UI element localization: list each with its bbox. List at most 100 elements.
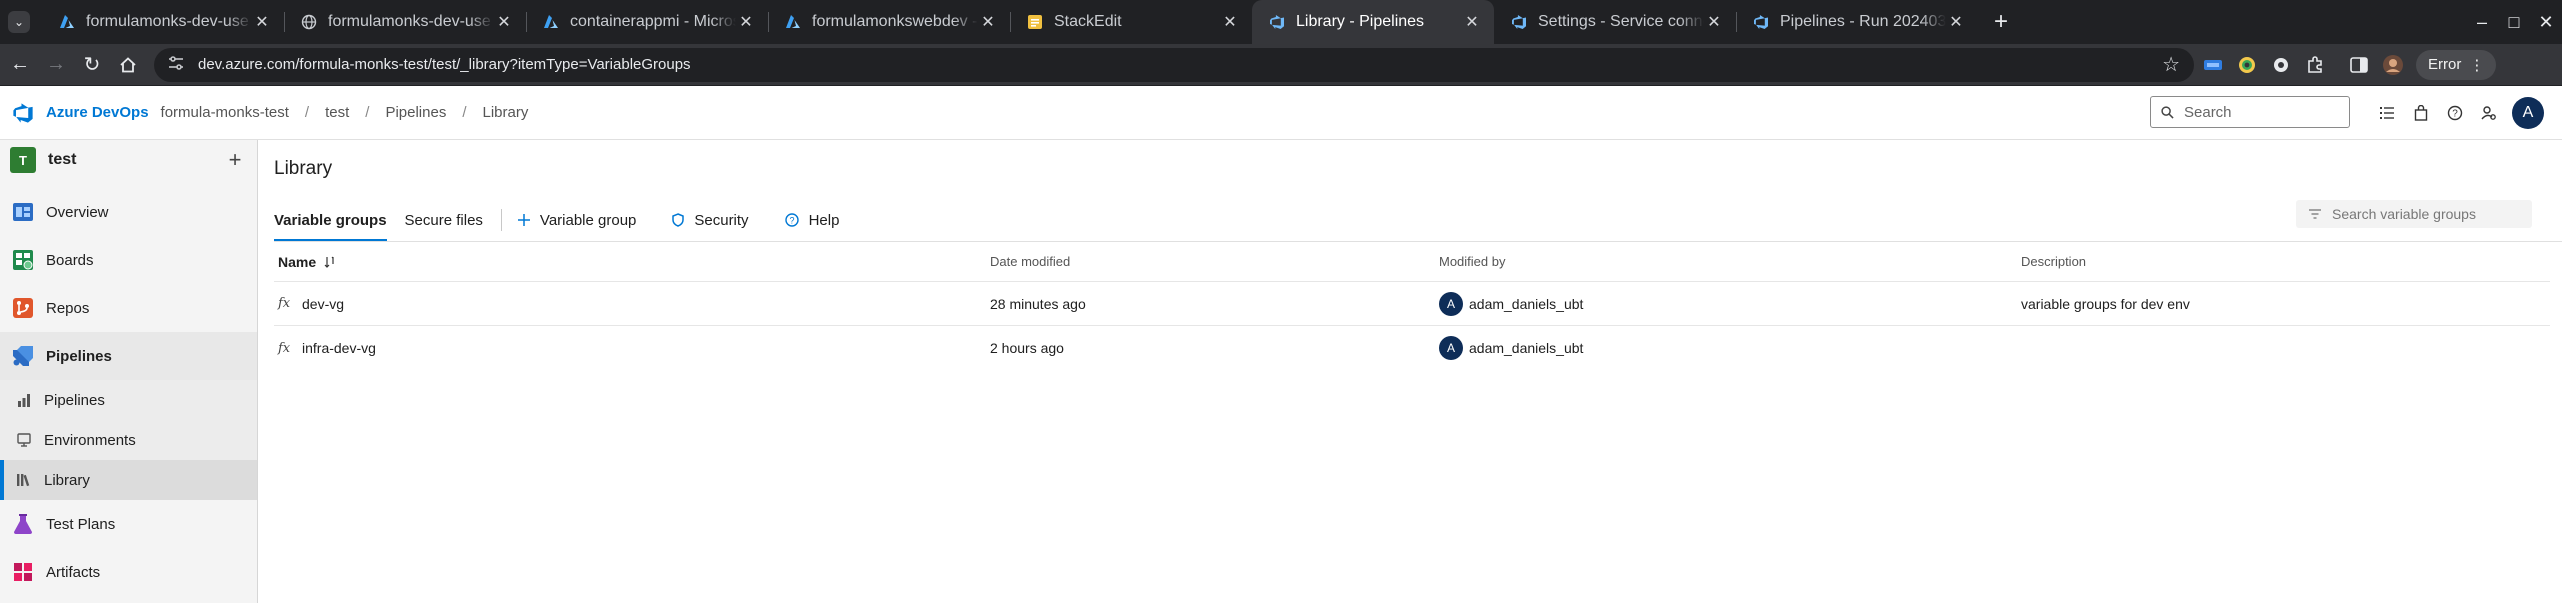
environments-icon — [14, 430, 34, 450]
browser-tab[interactable]: containerappmi - Micros ✕ — [526, 0, 768, 44]
sidebar-item-label: Repos — [46, 299, 90, 317]
extension-icon[interactable] — [2198, 50, 2228, 80]
close-icon[interactable]: ✕ — [736, 12, 756, 32]
minimize-icon[interactable]: – — [2466, 12, 2498, 33]
browser-tab[interactable]: Settings - Service conne ✕ — [1494, 0, 1736, 44]
sidebar-item-overview[interactable]: Overview — [0, 188, 257, 236]
close-icon[interactable]: ✕ — [978, 12, 998, 32]
address-bar[interactable]: dev.azure.com/formula-monks-test/test/_l… — [154, 47, 2194, 82]
breadcrumb-project[interactable]: test — [325, 104, 349, 121]
extension-icon[interactable] — [2232, 50, 2262, 80]
help-icon[interactable]: ? — [2438, 96, 2472, 130]
svg-text:?: ? — [789, 215, 794, 225]
column-header-date-modified[interactable]: Date modified — [990, 254, 1439, 269]
variable-group-filter-input[interactable]: Search variable groups — [2296, 200, 2532, 228]
add-plus-icon[interactable]: + — [221, 147, 249, 173]
modified-by-name: adam_daniels_ubt — [1469, 295, 1584, 312]
new-tab-plus-icon[interactable]: + — [1984, 5, 2018, 39]
pipelines-rocket-icon — [14, 390, 34, 410]
breadcrumb-library[interactable]: Library — [483, 104, 529, 121]
tab-secure-files[interactable]: Secure files — [405, 202, 483, 238]
sidebar-subitem-library[interactable]: Library — [0, 460, 257, 500]
close-icon[interactable]: ✕ — [494, 12, 514, 32]
add-variable-group-button[interactable]: Variable group — [517, 212, 636, 229]
breadcrumb-organization[interactable]: formula-monks-test — [161, 104, 289, 121]
sidebar-subitem-pipelines[interactable]: Pipelines — [0, 380, 257, 420]
breadcrumb-separator: / — [462, 104, 467, 121]
search-icon — [2161, 105, 2174, 119]
brand-link[interactable]: Azure DevOps — [46, 104, 149, 121]
security-button[interactable]: Security — [672, 212, 749, 229]
maximize-icon[interactable]: □ — [2498, 12, 2530, 33]
browser-tab[interactable]: formulamonks-dev-use ✕ — [42, 0, 284, 44]
project-badge: T — [10, 147, 36, 173]
azure-devops-logo-icon[interactable] — [12, 102, 34, 124]
column-header-description[interactable]: Description — [2021, 254, 2550, 269]
sidebar-item-label: Artifacts — [46, 563, 101, 581]
help-button[interactable]: ? Help — [784, 212, 839, 229]
close-icon[interactable]: ✕ — [1946, 12, 1966, 32]
browser-toolbar: ← → ↻ dev.azure.com/formula-monks-test/t… — [0, 44, 2562, 86]
bookmark-star-icon[interactable]: ☆ — [2162, 52, 2180, 77]
sidebar-item-pipelines[interactable]: Pipelines — [0, 332, 257, 380]
command-divider — [500, 209, 502, 231]
side-panel-icon[interactable] — [2344, 50, 2374, 80]
tab-search-chevron-icon[interactable]: ⌄ — [8, 11, 30, 33]
sidebar-item-repos[interactable]: Repos — [0, 284, 257, 332]
project-header[interactable]: T test + — [0, 140, 257, 180]
table-row[interactable]: fx infra-dev-vg 2 hours ago A adam_danie… — [274, 326, 2550, 370]
reload-icon[interactable]: ↻ — [76, 49, 108, 81]
breadcrumb-pipelines[interactable]: Pipelines — [385, 104, 446, 121]
home-icon[interactable] — [112, 49, 144, 81]
variable-group-fx-icon: fx — [278, 296, 291, 311]
left-navigation: T test + Overview Boards Repos Pipelines… — [0, 140, 258, 603]
column-header-name[interactable]: Name — [274, 254, 990, 270]
sort-ascending-icon[interactable] — [324, 256, 338, 268]
close-icon[interactable]: ✕ — [1462, 12, 1482, 32]
forward-arrow-icon[interactable]: → — [40, 49, 72, 81]
browser-tab[interactable]: Pipelines - Run 2024032 ✕ — [1736, 0, 1978, 44]
close-icon[interactable]: ✕ — [252, 12, 272, 32]
profile-avatar-icon[interactable] — [2378, 50, 2408, 80]
sidebar-item-artifacts[interactable]: Artifacts — [0, 548, 257, 596]
browser-tab[interactable]: formulamonks-dev-use ✕ — [284, 0, 526, 44]
close-icon[interactable]: ✕ — [1220, 12, 1240, 32]
azure-icon — [58, 13, 76, 31]
url-text: dev.azure.com/formula-monks-test/test/_l… — [198, 56, 691, 73]
task-list-icon[interactable] — [2370, 96, 2404, 130]
pipelines-icon — [10, 343, 36, 369]
tab-title: formulamonkswebdev - — [812, 13, 978, 30]
table-row[interactable]: fx dev-vg 28 minutes ago A adam_daniels_… — [274, 282, 2550, 326]
variable-group-name[interactable]: infra-dev-vg — [302, 340, 376, 356]
sidebar-item-boards[interactable]: Boards — [0, 236, 257, 284]
variable-group-name[interactable]: dev-vg — [302, 296, 344, 312]
svg-text:?: ? — [2452, 109, 2458, 120]
profile-error-button[interactable]: Error ⋮ — [2416, 49, 2497, 80]
sidebar-subitem-environments[interactable]: Environments — [0, 420, 257, 460]
sidebar-item-label: Pipelines — [46, 347, 112, 365]
browser-tab[interactable]: formulamonkswebdev - ✕ — [768, 0, 1010, 44]
close-icon[interactable]: ✕ — [1704, 12, 1724, 32]
library-icon — [14, 470, 34, 490]
tab-variable-groups[interactable]: Variable groups — [274, 202, 387, 242]
shopping-bag-icon[interactable] — [2404, 96, 2438, 130]
window-close-icon[interactable]: ✕ — [2530, 12, 2562, 33]
puzzle-extensions-icon[interactable] — [2300, 50, 2330, 80]
sidebar-item-label: Boards — [46, 251, 94, 269]
modified-by-cell: A adam_daniels_ubt — [1439, 291, 2021, 316]
site-settings-icon[interactable] — [168, 56, 184, 73]
table-header-row: Name Date modified Modified by Descripti… — [274, 242, 2550, 282]
breadcrumb-separator: / — [365, 104, 370, 121]
user-settings-icon[interactable] — [2472, 96, 2506, 130]
header-search-input[interactable]: Search — [2150, 96, 2350, 128]
column-header-modified-by[interactable]: Modified by — [1439, 254, 2021, 269]
extension-icon[interactable] — [2266, 50, 2296, 80]
azure-icon — [542, 13, 560, 31]
search-placeholder: Search — [2184, 103, 2232, 121]
browser-tab[interactable]: StackEdit ✕ — [1010, 0, 1252, 44]
sidebar-subitem-label: Library — [44, 471, 90, 489]
user-avatar[interactable]: A — [2512, 97, 2544, 129]
back-arrow-icon[interactable]: ← — [4, 49, 36, 81]
sidebar-item-test-plans[interactable]: Test Plans — [0, 500, 257, 548]
browser-tab-active[interactable]: Library - Pipelines ✕ — [1252, 0, 1494, 44]
